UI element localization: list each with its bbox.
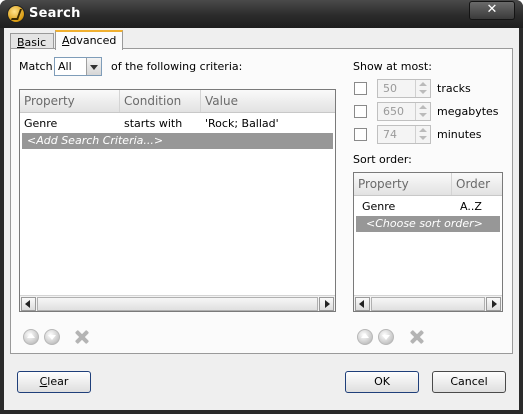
- megabytes-value: 650: [383, 105, 404, 118]
- scroll-left-icon[interactable]: [355, 297, 370, 311]
- scroll-right-icon[interactable]: [319, 297, 334, 311]
- minutes-label: minutes: [437, 128, 482, 141]
- sort-row-order: A..Z: [460, 200, 482, 213]
- column-header-property[interactable]: Property: [354, 173, 452, 195]
- tab-advanced[interactable]: Advanced: [55, 30, 123, 50]
- match-label: Match: [19, 60, 53, 73]
- column-header-value[interactable]: Value: [201, 90, 335, 112]
- match-select-value: All: [58, 60, 72, 73]
- close-button[interactable]: ✕: [469, 1, 515, 20]
- table-row[interactable]: Genre A..Z: [354, 199, 502, 215]
- scroll-right-icon[interactable]: [486, 297, 501, 311]
- row-condition: starts with: [124, 117, 183, 130]
- sort-order-list[interactable]: Property Order Genre A..Z <Choose sort o…: [353, 172, 503, 312]
- criteria-list[interactable]: Property Condition Value Genre starts wi…: [19, 89, 336, 312]
- sort-row-property: Genre: [362, 200, 396, 213]
- chevron-down-icon[interactable]: [86, 58, 101, 75]
- advanced-panel: Match All of the following criteria: Pro…: [10, 48, 513, 354]
- minutes-spinner[interactable]: 74: [377, 125, 431, 144]
- title-bar[interactable]: Search ✕: [0, 0, 523, 28]
- column-header-property[interactable]: Property: [20, 90, 120, 112]
- move-down-icon[interactable]: [44, 329, 60, 345]
- sort-header: Property Order: [354, 173, 502, 196]
- scroll-left-icon[interactable]: [21, 297, 36, 311]
- move-down-icon[interactable]: [378, 329, 394, 345]
- clear-label: lear: [47, 375, 69, 388]
- tracks-value: 50: [383, 82, 397, 95]
- ok-button[interactable]: OK: [345, 371, 419, 393]
- table-row[interactable]: Genre starts with 'Rock; Ballad': [20, 116, 335, 132]
- column-header-order[interactable]: Order: [452, 173, 502, 195]
- delete-icon[interactable]: [74, 329, 90, 345]
- megabytes-spinner[interactable]: 650: [377, 102, 431, 121]
- tracks-label: tracks: [437, 82, 471, 95]
- cancel-button[interactable]: Cancel: [432, 371, 506, 393]
- tracks-spinner[interactable]: 50: [377, 79, 431, 98]
- move-up-icon[interactable]: [357, 329, 373, 345]
- minutes-checkbox[interactable]: [354, 128, 367, 141]
- horizontal-scrollbar[interactable]: [20, 295, 335, 311]
- search-dialog: Search ✕ Basic Advanced Match All of the…: [0, 0, 523, 414]
- delete-icon[interactable]: [409, 329, 425, 345]
- megabytes-checkbox[interactable]: [354, 105, 367, 118]
- choose-sort-order-row[interactable]: <Choose sort order>: [356, 216, 500, 232]
- criteria-header: Property Condition Value: [20, 90, 335, 113]
- window-title: Search: [29, 6, 81, 21]
- minutes-value: 74: [383, 128, 397, 141]
- add-criteria-row[interactable]: <Add Search Criteria...>: [22, 133, 333, 149]
- row-value: 'Rock; Ballad': [205, 117, 279, 130]
- spinner-arrows-icon[interactable]: [415, 80, 430, 97]
- move-up-icon[interactable]: [23, 329, 39, 345]
- button-bar: Clear OK Cancel: [4, 354, 519, 410]
- dialog-body: Basic Advanced Match All of the followin…: [4, 28, 519, 410]
- app-icon: [8, 6, 24, 22]
- column-header-condition[interactable]: Condition: [120, 90, 201, 112]
- spinner-arrows-icon[interactable]: [415, 103, 430, 120]
- criteria-suffix-label: of the following criteria:: [111, 60, 243, 73]
- spinner-arrows-icon[interactable]: [415, 126, 430, 143]
- horizontal-scrollbar[interactable]: [354, 295, 502, 311]
- match-select[interactable]: All: [54, 57, 102, 76]
- tab-basic[interactable]: Basic: [10, 33, 54, 49]
- tracks-checkbox[interactable]: [354, 82, 367, 95]
- tab-advanced-label: dvanced: [69, 34, 117, 47]
- scroll-thumb[interactable]: [371, 297, 485, 311]
- show-at-most-label: Show at most:: [353, 60, 432, 73]
- sort-order-label: Sort order:: [353, 153, 412, 166]
- clear-button[interactable]: Clear: [17, 371, 91, 393]
- row-property: Genre: [24, 117, 58, 130]
- scroll-thumb[interactable]: [37, 297, 318, 311]
- megabytes-label: megabytes: [437, 105, 499, 118]
